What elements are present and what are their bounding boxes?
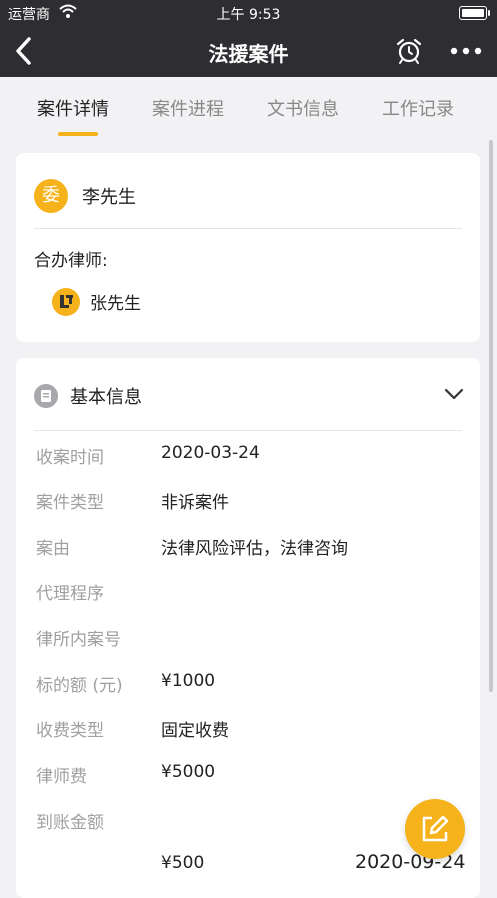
divider xyxy=(34,228,462,229)
parties-card: 委 李先生 合办律师: 张先生 xyxy=(16,153,480,342)
status-bar: 运营商 上午 9:53 xyxy=(0,0,497,26)
row-label-internal-case-no: 律所内案号 xyxy=(36,630,121,650)
alarm-button[interactable] xyxy=(394,36,424,66)
tab-case-details[interactable]: 案件详情 xyxy=(37,95,109,121)
status-time: 上午 9:53 xyxy=(216,7,281,23)
tab-documents[interactable]: 文书信息 xyxy=(267,95,339,121)
navigation-bar: 法援案件 xyxy=(0,26,497,77)
row-label-intake-date: 收案时间 xyxy=(36,448,104,468)
client-name: 李先生 xyxy=(82,187,136,208)
section-title: 基本信息 xyxy=(70,387,142,408)
scrollbar[interactable] xyxy=(489,140,493,692)
collapse-toggle[interactable] xyxy=(442,384,466,404)
row-label-fee-type: 收费类型 xyxy=(36,721,104,741)
row-value-case-type: 非诉案件 xyxy=(161,493,229,513)
alarm-clock-icon xyxy=(396,38,422,64)
tab-case-progress[interactable]: 案件进程 xyxy=(152,95,224,121)
active-tab-indicator xyxy=(58,132,98,136)
row-value-cause: 法律风险评估，法律咨询 xyxy=(161,539,348,559)
row-label-procedure: 代理程序 xyxy=(36,584,104,604)
tab-work-records[interactable]: 工作记录 xyxy=(382,95,454,121)
edit-icon xyxy=(422,815,449,842)
battery-icon xyxy=(459,6,490,20)
row-label-case-type: 案件类型 xyxy=(36,493,104,513)
row-label-cause: 案由 xyxy=(36,539,70,559)
row-value-lawyer-fee: ¥5000 xyxy=(161,762,216,782)
more-button[interactable] xyxy=(446,36,486,66)
edit-button[interactable] xyxy=(405,799,465,859)
chevron-down-icon xyxy=(444,388,464,400)
tab-bar: 案件详情 案件进程 文书信息 工作记录 xyxy=(0,77,497,137)
more-icon xyxy=(450,47,482,55)
header: 运营商 上午 9:53 法援案件 xyxy=(0,0,497,77)
row-label-received-amount: 到账金额 xyxy=(36,813,104,833)
client-avatar: 委 xyxy=(34,179,68,213)
co-lawyers-label: 合办律师: xyxy=(34,251,108,271)
row-value-intake-date: 2020-03-24 xyxy=(161,443,260,463)
law-firm-logo-icon xyxy=(52,288,80,316)
document-icon xyxy=(34,384,58,408)
co-lawyer-name[interactable]: 张先生 xyxy=(90,289,141,314)
divider xyxy=(34,430,462,431)
row-label-lawyer-fee: 律师费 xyxy=(36,767,87,787)
row-value-fee-type: 固定收费 xyxy=(161,721,229,741)
row-label-subject-amount: 标的额 (元) xyxy=(36,676,123,696)
payment-amount: ¥500 xyxy=(161,853,205,873)
row-value-subject-amount: ¥1000 xyxy=(161,671,216,691)
